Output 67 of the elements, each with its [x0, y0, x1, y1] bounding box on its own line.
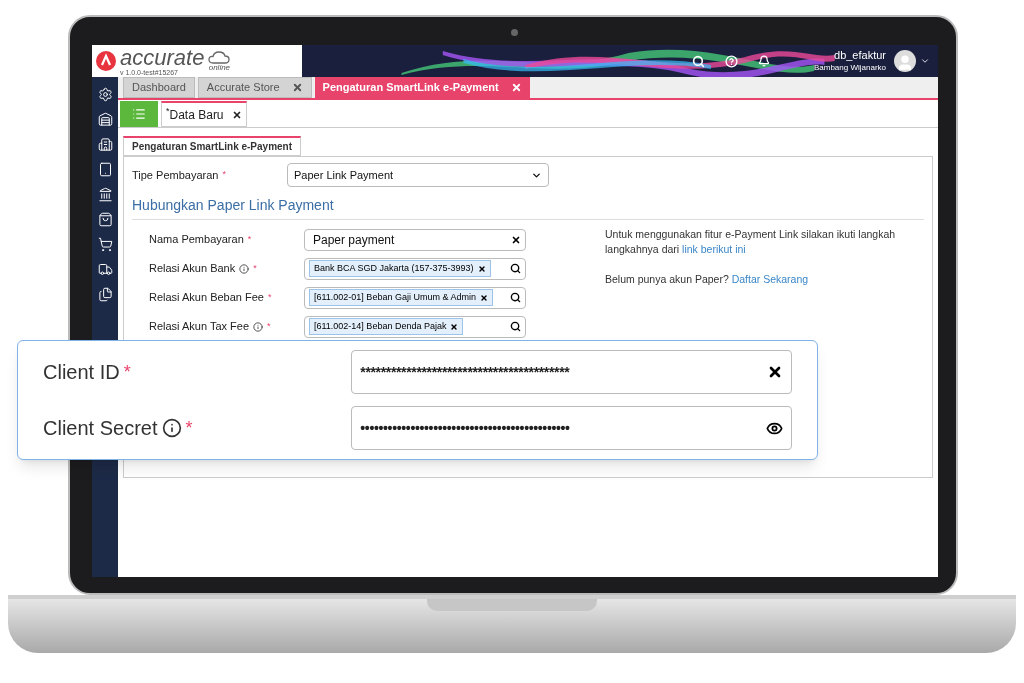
user-full-name: Bambang Wijanarko [813, 62, 886, 73]
remove-icon[interactable] [450, 322, 459, 331]
user-name: db_efaktur [834, 49, 886, 63]
clear-icon[interactable] [511, 234, 521, 245]
field-value: Paper payment [312, 231, 395, 249]
required-mark: * [267, 290, 272, 304]
help-link[interactable]: link berikut ini [682, 243, 746, 255]
search-icon[interactable] [510, 292, 521, 303]
section-title: Hubungkan Paper Link Payment [132, 195, 924, 220]
account-tag: Bank BCA SGD Jakarta (157-375-3993) [309, 259, 491, 278]
sub-tab[interactable]: $^{*}$Data Baru [161, 101, 247, 127]
logo-subtitle: online [208, 63, 231, 72]
required-mark: * [267, 319, 271, 333]
tab[interactable]: Accurate Store [197, 77, 312, 98]
field-label: Client ID [43, 360, 120, 385]
remove-icon[interactable] [479, 293, 488, 302]
bag-icon[interactable] [97, 212, 113, 227]
help-icon[interactable] [724, 54, 738, 68]
required-mark: * [123, 360, 131, 384]
building-icon[interactable] [97, 137, 113, 152]
signup-text: Belum punya akun Paper? Daftar Sekarang [605, 272, 810, 287]
tab[interactable]: Dashboard [123, 77, 195, 98]
files-icon[interactable] [97, 287, 113, 302]
tab[interactable]: Pengaturan SmartLink e-Payment [314, 77, 530, 98]
field-label: Tipe Pembayaran [132, 167, 219, 183]
lookup-field[interactable]: [611.002-01] Beban Gaji Umum & Admin [304, 286, 526, 309]
truck-icon[interactable] [97, 262, 113, 277]
input-field[interactable]: •••••••••••••••••••••••••••••••••••••••••••••• [351, 406, 792, 450]
bell-icon[interactable] [757, 55, 770, 67]
field-value: •••••••••••••••••••••••••••••••••••••••••••••• [360, 418, 570, 438]
required-mark: * [253, 261, 257, 275]
clear-icon[interactable] [767, 364, 783, 380]
field-label: Relasi Akun Beban Fee [149, 290, 264, 306]
required-mark: * [222, 168, 226, 182]
input-field[interactable]: Paper payment [304, 228, 526, 251]
lookup-field[interactable]: [611.002-14] Beban Denda Pajak [304, 315, 526, 338]
account-tag: [611.002-01] Beban Gaji Umum & Admin [309, 288, 493, 307]
required-mark: * [247, 232, 252, 246]
bank-icon[interactable] [97, 187, 113, 202]
warehouse-icon[interactable] [97, 112, 113, 127]
remove-icon[interactable] [477, 264, 486, 273]
section-tab[interactable]: Pengaturan SmartLink e-Payment [123, 136, 302, 156]
field-value: ***************************************** [360, 362, 570, 382]
tablet-icon[interactable] [97, 162, 113, 177]
list-icon [132, 107, 146, 121]
cart-icon[interactable] [97, 237, 113, 252]
caret-icon[interactable] [920, 56, 930, 66]
close-icon[interactable] [231, 109, 242, 120]
logo-icon [96, 51, 116, 71]
search-icon[interactable] [510, 321, 521, 332]
input-field[interactable]: ***************************************** [351, 350, 792, 394]
field-label: Client Secret [43, 416, 158, 441]
field-label: Nama Pembayaran [149, 232, 244, 248]
payment-type-select[interactable]: Paper Link Payment [287, 163, 549, 187]
cloud-icon [208, 50, 231, 64]
info-icon[interactable] [161, 418, 182, 438]
field-label: Relasi Akun Bank [149, 261, 236, 277]
account-tag: [611.002-14] Beban Denda Pajak [309, 317, 464, 336]
signup-link[interactable]: Daftar Sekarang [731, 273, 809, 285]
gear-icon[interactable] [97, 87, 113, 102]
field-label: Relasi Akun Tax Fee [149, 319, 250, 335]
search-icon[interactable] [510, 263, 521, 274]
search-icon[interactable] [691, 54, 705, 68]
lookup-field[interactable]: Bank BCA SGD Jakarta (157-375-3993) [304, 257, 526, 280]
logo-text: accurate [120, 46, 205, 69]
required-mark: * [185, 416, 193, 440]
help-text: Untuk menggunakan fitur e-Payment Link silakan ikuti langkah langkahnya dari link berikut ini [605, 227, 897, 257]
